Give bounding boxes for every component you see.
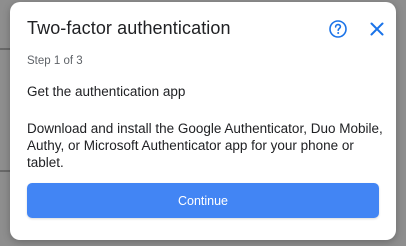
step-description: Download and install the Google Authenti… [27,121,383,170]
dialog-title: Two-factor authentication [27,18,231,38]
background-divider [0,48,10,50]
continue-button[interactable]: Continue [27,183,379,218]
background-divider [0,170,10,172]
two-factor-dialog: Two-factor authentication Step 1 of 3 Ge… [10,2,396,240]
help-button[interactable] [328,19,348,39]
close-icon [370,22,384,36]
help-circle-icon [329,20,347,38]
close-button[interactable] [368,20,386,38]
step-indicator: Step 1 of 3 [27,55,83,67]
step-heading: Get the authentication app [27,84,186,99]
